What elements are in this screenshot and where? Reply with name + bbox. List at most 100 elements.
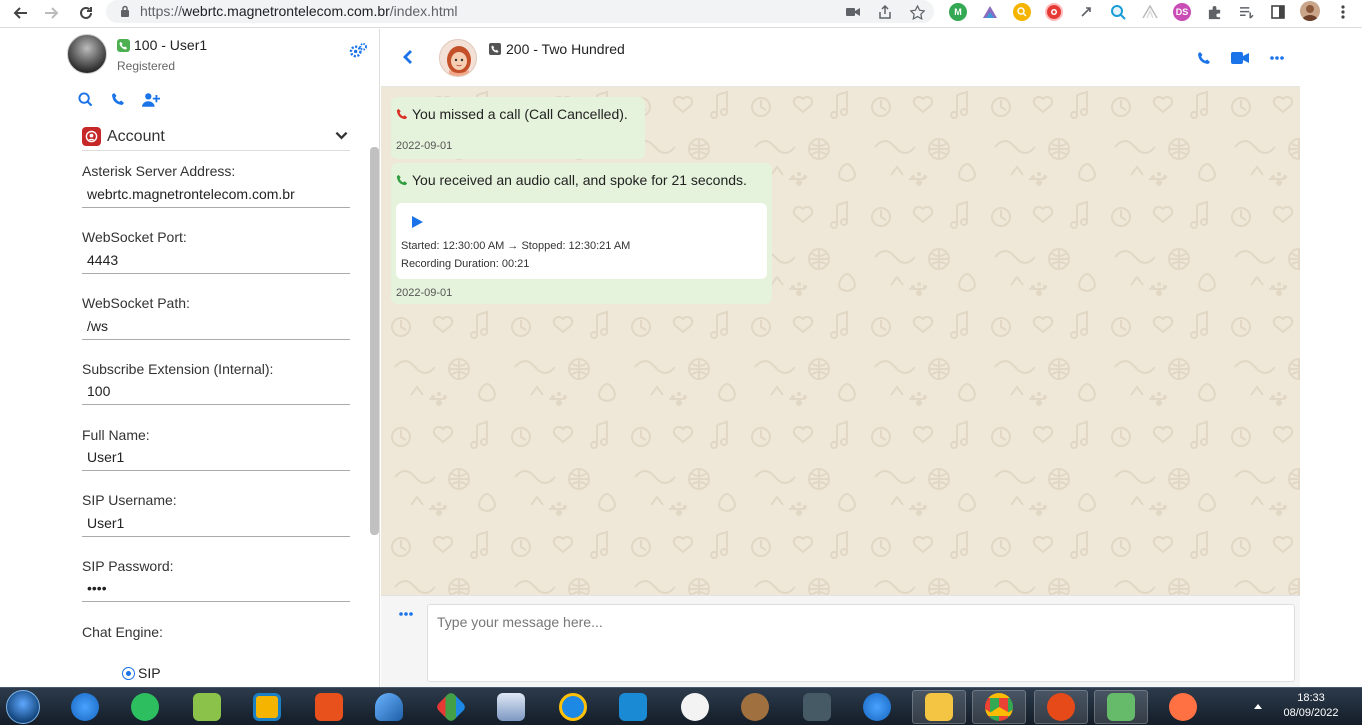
taskbar-softphone-icon[interactable] (850, 690, 904, 724)
full-name-input[interactable]: User1 (82, 445, 350, 471)
websocket-port-input[interactable]: 4443 (82, 248, 350, 274)
extension-icon-4[interactable] (1045, 3, 1063, 21)
webrtc-phone-app: 100 - User1 Registered Account Asterisk … (62, 29, 1300, 687)
radio-label: SIP (138, 665, 161, 681)
back-chevron-icon[interactable] (403, 49, 413, 65)
taskbar-wireshark-icon[interactable] (362, 690, 416, 724)
received-call-icon (396, 174, 408, 186)
play-icon[interactable] (411, 215, 424, 229)
chat-message: You received an audio call, and spoke fo… (391, 163, 772, 304)
extension-icon-3[interactable] (1013, 3, 1031, 21)
url-text: https://webrtc.magnetrontelecom.com.br/i… (140, 3, 458, 19)
back-arrow-icon[interactable] (8, 2, 32, 24)
taskbar-explorer-icon[interactable] (912, 690, 966, 724)
websocket-path-input[interactable]: /ws (82, 314, 350, 340)
camera-blocked-icon[interactable] (844, 3, 862, 21)
video-call-icon[interactable] (1230, 49, 1250, 67)
chat-engine-radio-sip[interactable]: SIP (122, 665, 161, 681)
buddy-avatar[interactable] (439, 39, 477, 77)
user-avatar[interactable] (67, 34, 107, 74)
taskbar-editor-icon[interactable] (1094, 690, 1148, 724)
recording-times: Started: 12:30:00 AM → Stopped: 12:30:21… (401, 240, 631, 252)
extension-icon-6[interactable] (1109, 3, 1127, 21)
taskbar-vscode-icon[interactable] (606, 690, 660, 724)
websocket-port-label: WebSocket Port: (82, 229, 187, 245)
full-name-label: Full Name: (82, 427, 150, 443)
taskbar-ie-icon[interactable] (546, 690, 600, 724)
taskbar-security-icon[interactable] (790, 690, 844, 724)
server-address-label: Asterisk Server Address: (82, 163, 236, 179)
taskbar-swirl-icon[interactable] (1034, 690, 1088, 724)
account-settings-form: Account Asterisk Server Address: webrtc.… (62, 119, 380, 687)
chat-engine-label: Chat Engine: (82, 624, 163, 640)
left-panel: 100 - User1 Registered Account Asterisk … (62, 29, 380, 687)
address-bar[interactable]: https://webrtc.magnetrontelecom.com.br/i… (106, 0, 934, 23)
reload-icon[interactable] (74, 2, 98, 24)
message-date: 2022-09-01 (396, 287, 453, 299)
radio-button[interactable] (122, 666, 135, 680)
taskbar-evernote-icon[interactable] (118, 690, 172, 724)
missed-call-icon (396, 108, 408, 120)
forward-arrow-icon[interactable] (40, 2, 64, 24)
sip-username-input[interactable]: User1 (82, 511, 350, 537)
message-text: You received an audio call, and spoke fo… (396, 172, 747, 188)
kebab-menu-icon[interactable] (1334, 3, 1352, 21)
bookmark-star-icon[interactable] (908, 3, 926, 21)
taskbar-android-icon[interactable] (180, 690, 234, 724)
taskbar-paint-icon[interactable] (668, 690, 722, 724)
tray-expand-icon[interactable] (1254, 703, 1262, 709)
phone-badge-icon (117, 38, 130, 52)
system-clock[interactable]: 18:33 08/09/2022 (1276, 691, 1346, 721)
taskbar-virtualbox-icon[interactable] (240, 690, 294, 724)
subscribe-extension-input[interactable]: 100 (82, 379, 350, 405)
profile-avatar[interactable] (1300, 1, 1320, 21)
taskbar-git-icon[interactable] (424, 690, 478, 724)
extension-icon-1[interactable]: M (949, 3, 967, 21)
message-composer (381, 595, 1300, 687)
taskbar-phone-app-icon[interactable] (58, 690, 112, 724)
buddy-name: 200 - Two Hundred (489, 41, 625, 57)
extension-icon-2[interactable] (981, 3, 999, 21)
chat-menu-icon[interactable] (399, 612, 413, 616)
taskbar-network-icon[interactable] (484, 690, 538, 724)
account-icon (82, 127, 101, 146)
extension-icon-5[interactable] (1077, 3, 1095, 21)
extension-icon-7[interactable] (1141, 3, 1159, 21)
call-recording-card: Started: 12:30:00 AM → Stopped: 12:30:21… (396, 203, 767, 279)
subscribe-extension-label: Subscribe Extension (Internal): (82, 361, 274, 377)
message-input[interactable] (427, 604, 1295, 682)
windows-taskbar: 18:33 08/09/2022 (0, 687, 1362, 725)
chevron-down-icon[interactable] (335, 131, 348, 140)
sip-password-label: SIP Password: (82, 558, 174, 574)
dial-phone-icon[interactable] (109, 90, 127, 108)
chat-stream: You missed a call (Call Cancelled). 2022… (381, 87, 1300, 595)
websocket-path-label: WebSocket Path: (82, 295, 190, 311)
profile-name: 100 - User1 (117, 37, 207, 53)
extension-icon-8[interactable]: DS (1173, 3, 1191, 21)
puzzle-icon[interactable] (1205, 3, 1223, 21)
registration-status: Registered (117, 59, 176, 73)
scrollbar[interactable] (370, 147, 379, 535)
taskbar-sublime-icon[interactable] (1156, 690, 1210, 724)
side-panel-icon[interactable] (1269, 3, 1287, 21)
sip-password-input[interactable]: •••• (82, 576, 350, 602)
settings-gears-icon[interactable] (349, 42, 368, 59)
server-address-input[interactable]: webrtc.magnetrontelecom.com.br (82, 182, 350, 208)
browser-toolbar: https://webrtc.magnetrontelecom.com.br/i… (0, 0, 1362, 28)
share-icon[interactable] (876, 3, 894, 21)
account-section-title: Account (107, 127, 165, 145)
taskbar-monkey-icon[interactable] (728, 690, 782, 724)
account-section-header[interactable]: Account (82, 123, 350, 151)
recording-duration: Recording Duration: 00:21 (401, 258, 530, 270)
audio-call-icon[interactable] (1194, 49, 1214, 67)
reading-list-icon[interactable] (1237, 3, 1255, 21)
chat-message: You missed a call (Call Cancelled). 2022… (391, 97, 645, 159)
phone-square-icon (489, 43, 501, 55)
taskbar-chrome-icon[interactable] (972, 690, 1026, 724)
search-icon[interactable] (76, 90, 94, 108)
more-options-icon[interactable] (1267, 49, 1287, 67)
add-user-icon[interactable] (142, 90, 160, 108)
start-button[interactable] (6, 690, 40, 724)
sip-username-label: SIP Username: (82, 492, 177, 508)
taskbar-office-icon[interactable] (302, 690, 356, 724)
